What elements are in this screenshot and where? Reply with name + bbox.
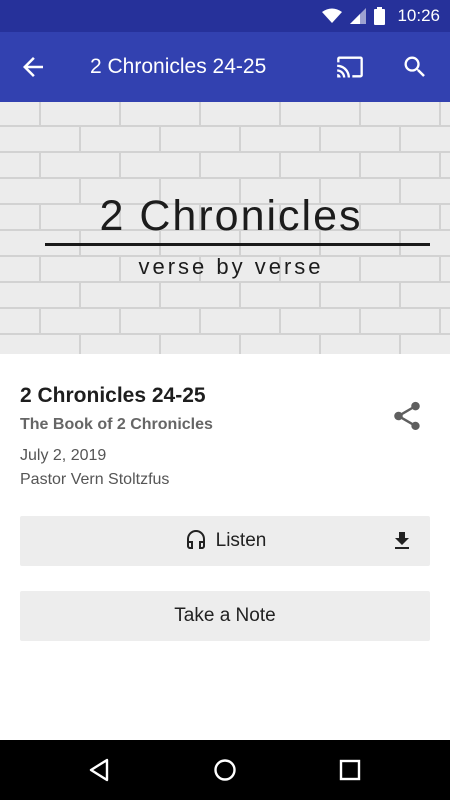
headphones-icon bbox=[186, 530, 205, 549]
take-note-button[interactable]: Take a Note bbox=[20, 591, 430, 641]
page-title: 2 Chronicles 24-25 bbox=[90, 55, 267, 78]
status-time: 10:26 bbox=[397, 6, 440, 25]
app-bar: 2 Chronicles 24-25 bbox=[0, 32, 450, 102]
wifi-icon bbox=[322, 8, 343, 23]
sermon-speaker: Pastor Vern Stoltzfus bbox=[20, 471, 170, 488]
cell-signal-icon bbox=[350, 8, 367, 24]
system-nav-bar bbox=[0, 740, 450, 800]
search-icon[interactable] bbox=[401, 53, 429, 81]
sermon-series: The Book of 2 Chronicles bbox=[20, 416, 213, 433]
back-triangle-icon[interactable] bbox=[85, 755, 115, 785]
battery-icon bbox=[374, 7, 386, 25]
status-icons: 10:26 bbox=[322, 0, 440, 32]
status-bar: 10:26 bbox=[0, 0, 450, 32]
home-circle-icon[interactable] bbox=[210, 755, 240, 785]
listen-button-content: Listen bbox=[20, 516, 430, 566]
listen-label: Listen bbox=[215, 530, 267, 551]
listen-button[interactable]: Listen bbox=[20, 516, 430, 566]
sermon-banner-image: 2 Chronicles verse by verse bbox=[0, 102, 450, 354]
take-note-label: Take a Note bbox=[174, 605, 276, 626]
recents-square-icon[interactable] bbox=[335, 755, 365, 785]
banner-subtitle: verse by verse bbox=[138, 254, 324, 279]
arrow-back-icon[interactable] bbox=[18, 52, 48, 82]
sermon-title: 2 Chronicles 24-25 bbox=[20, 384, 206, 407]
download-icon[interactable] bbox=[390, 529, 414, 553]
share-icon[interactable] bbox=[390, 399, 424, 433]
sermon-date: July 2, 2019 bbox=[20, 447, 107, 464]
banner-title: 2 Chronicles bbox=[99, 192, 363, 240]
cast-icon[interactable] bbox=[334, 53, 366, 81]
banner-divider bbox=[45, 243, 430, 246]
